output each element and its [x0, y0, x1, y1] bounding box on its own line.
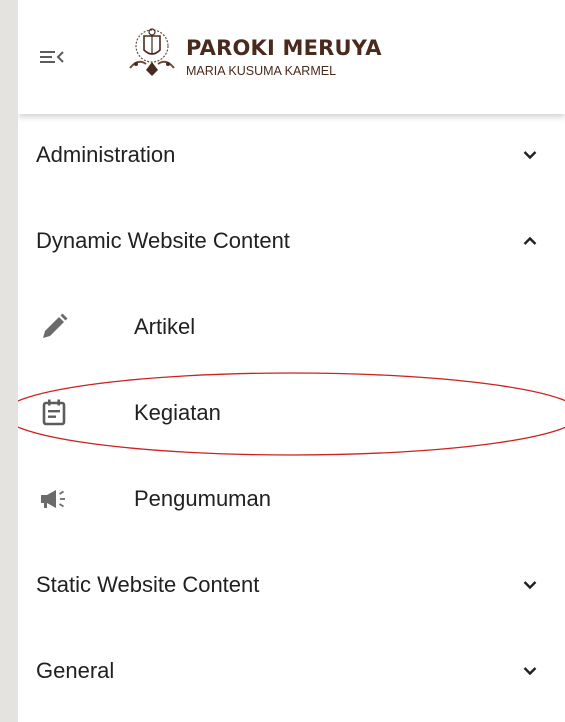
section-administration[interactable]: Administration: [18, 112, 565, 198]
brand-subtitle: MARIA KUSUMA KARMEL: [186, 64, 337, 78]
drawer-header: PAROKI MERUYA MARIA KUSUMA KARMEL: [18, 0, 565, 114]
section-label: Dynamic Website Content: [36, 228, 290, 253]
chevron-down-icon: [523, 151, 537, 160]
brand-title: PAROKI MERUYA: [186, 36, 382, 60]
nav-item-artikel[interactable]: Artikel: [18, 284, 565, 370]
pencil-icon: [43, 313, 68, 338]
section-label: Administration: [36, 142, 176, 167]
nav-item-label: Artikel: [134, 314, 196, 339]
nav-item-label: Pengumuman: [134, 486, 271, 511]
chevron-down-icon: [523, 581, 537, 590]
calendar-icon: [42, 399, 66, 426]
nav-list: Administration Dynamic Website Content A…: [18, 112, 565, 714]
menu-collapse-icon[interactable]: [38, 42, 68, 72]
section-label: Static Website Content: [36, 572, 260, 597]
section-dynamic-website-content[interactable]: Dynamic Website Content: [18, 198, 565, 284]
nav-item-label: Kegiatan: [134, 400, 221, 425]
nav-item-pengumuman[interactable]: Pengumuman: [18, 456, 565, 542]
chevron-down-icon: [523, 667, 537, 676]
section-label: General: [36, 658, 115, 683]
section-general[interactable]: General: [18, 628, 565, 714]
megaphone-icon: [41, 490, 65, 508]
navigation-drawer: PAROKI MERUYA MARIA KUSUMA KARMEL Admini…: [18, 0, 565, 722]
nav-item-kegiatan[interactable]: Kegiatan: [18, 370, 565, 456]
section-static-website-content[interactable]: Static Website Content: [18, 542, 565, 628]
parish-crest-logo: [116, 24, 188, 84]
chevron-up-icon: [523, 236, 537, 245]
